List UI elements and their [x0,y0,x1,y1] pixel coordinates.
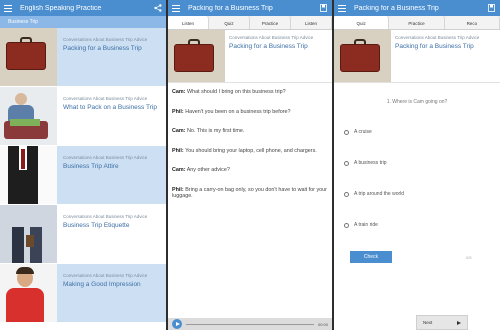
option-label: A business trip [354,160,387,166]
audio-player: 00:00 [168,318,332,330]
lesson-title: Packing for a Business Trip [354,4,439,12]
tab-practice[interactable]: Practice [389,16,445,29]
next-label: Next [423,320,433,325]
dialog-line: Cam: Any other advice? [172,167,328,174]
suit-thumbnail [0,146,57,204]
tab-quiz[interactable]: Quiz [334,16,390,29]
tab-listen[interactable]: Listen [168,16,209,29]
section-label: Business Trip [0,16,166,28]
dialog-text: What should I bring on this business tri… [186,89,286,95]
lesson-title: Packing for a Business Trip [395,43,474,50]
speaker: Phil: [172,186,184,193]
check-row: Check 0/5 [344,251,490,263]
lesson-header: Conversations About Business Trip Advice… [334,30,500,83]
dialog-text: No. This is my first time. [186,128,245,134]
audio-seekbar[interactable] [186,323,314,325]
lesson-category: Conversations About Business Trip Advice [63,214,148,219]
lesson-title: Packing for a Business Trip [229,43,308,50]
radio-button[interactable] [344,160,349,166]
lesson-item[interactable]: Conversations About Business Trip Advice… [0,205,166,264]
lesson-title: Business Trip Attire [63,163,119,170]
lesson-title: What to Pack on a Business Trip [63,104,157,111]
quiz-option[interactable]: A train ride [344,222,490,228]
screens: English Speaking Practice Business Trip … [0,0,500,330]
dialog-line: Cam: What should I bring on this busines… [172,89,328,96]
dialog: Cam: What should I bring on this busines… [168,83,332,219]
speaker: Phil: [172,108,184,115]
option-label: A trip around the world [354,191,405,197]
lesson-header: Conversations About Business Trip Advice… [168,30,332,83]
dialog-text: Any other advice? [186,167,230,173]
app-bar: English Speaking Practice [0,0,166,16]
audio-time: 00:00 [317,321,328,327]
app-title: English Speaking Practice [20,4,102,12]
lesson-item[interactable]: Conversations About Business Trip Advice… [0,264,166,323]
app-bar: Packing for a Business Trip [334,0,500,16]
check-button[interactable]: Check [350,251,392,263]
lesson-category: Conversations About Business Trip Advice [63,96,148,101]
speaker: Phil: [172,147,184,154]
speaker: Cam: [172,128,186,134]
lesson-title: Business Trip Etiquette [63,222,130,229]
bookmark-icon[interactable] [487,4,496,13]
tab-bar: Listen Quiz Practice Listen [168,16,332,30]
speaker: Cam: [172,167,186,173]
menu-icon[interactable] [4,4,12,12]
quiz: 1. Where is Cam going on? A cruise A bus… [334,83,500,269]
tab-quiz[interactable]: Quiz [209,16,250,29]
suitcase-thumbnail [334,30,391,82]
option-label: A train ride [354,222,378,228]
next-button[interactable]: Next [416,315,468,330]
dialog-line: Cam: No. This is my first time. [172,128,328,135]
lesson-title: Packing for a Business Trip [188,4,273,12]
dialog-text: You should bring your laptop, cell phone… [185,147,317,154]
menu-icon[interactable] [172,4,180,12]
app-bar: Packing for a Business Trip [168,0,332,16]
lesson-title: Packing for a Business Trip [63,45,142,52]
man-portrait-thumbnail [0,264,57,322]
radio-button[interactable] [344,191,349,197]
quiz-screen: Packing for a Business Trip Quiz Practic… [334,0,500,330]
quiz-option[interactable]: A trip around the world [344,191,490,197]
tab-record[interactable]: Reco [444,16,500,29]
packing-thumbnail [0,87,57,145]
dialog-text: Haven't you been on a business trip befo… [185,108,291,115]
lesson-category: Conversations About Business Trip Advice [63,155,148,160]
dialog-line: Phil: Haven't you been on a business tri… [172,109,328,116]
radio-button[interactable] [344,222,349,228]
menu-icon[interactable] [338,4,346,12]
tab-listen-next[interactable]: Listen [291,16,332,29]
radio-button[interactable] [344,129,349,135]
tab-practice[interactable]: Practice [250,16,291,29]
suitcase-thumbnail [168,30,225,82]
lesson-list-screen: English Speaking Practice Business Trip … [0,0,166,330]
lesson-title: Making a Good Impression [63,281,141,288]
dialog-line: Phil: You should bring your laptop, cell… [172,148,328,155]
lesson-item[interactable]: Conversations About Business Trip Advice… [0,28,166,87]
option-label: A cruise [354,129,372,135]
quiz-option[interactable]: A business trip [344,160,490,166]
tab-bar: Quiz Practice Reco [334,16,500,30]
quiz-question: 1. Where is Cam going on? [386,99,448,105]
suitcase-thumbnail [0,28,57,86]
next-arrow-icon [457,320,461,325]
lesson-category: Conversations About Business Trip Advice [229,35,314,40]
share-icon[interactable] [153,4,162,13]
bookmark-icon[interactable] [319,4,328,13]
quiz-option[interactable]: A cruise [344,129,490,135]
play-icon[interactable] [172,319,182,329]
lesson-category: Conversations About Business Trip Advice [395,35,480,40]
lesson-category: Conversations About Business Trip Advice [63,273,148,278]
business-people-thumbnail [0,205,57,263]
listen-screen: Packing for a Business Trip Listen Quiz … [168,0,332,330]
dialog-line: Phil: Bring a carry-on bag only, so you … [172,187,328,200]
lesson-item[interactable]: Conversations About Business Trip Advice… [0,146,166,205]
speaker: Cam: [172,89,186,95]
quiz-score: 0/5 [466,254,472,260]
lesson-category: Conversations About Business Trip Advice [63,37,148,42]
dialog-text: Bring a carry-on bag only, so you don't … [172,186,327,200]
lesson-item[interactable]: Conversations About Business Trip Advice… [0,87,166,146]
